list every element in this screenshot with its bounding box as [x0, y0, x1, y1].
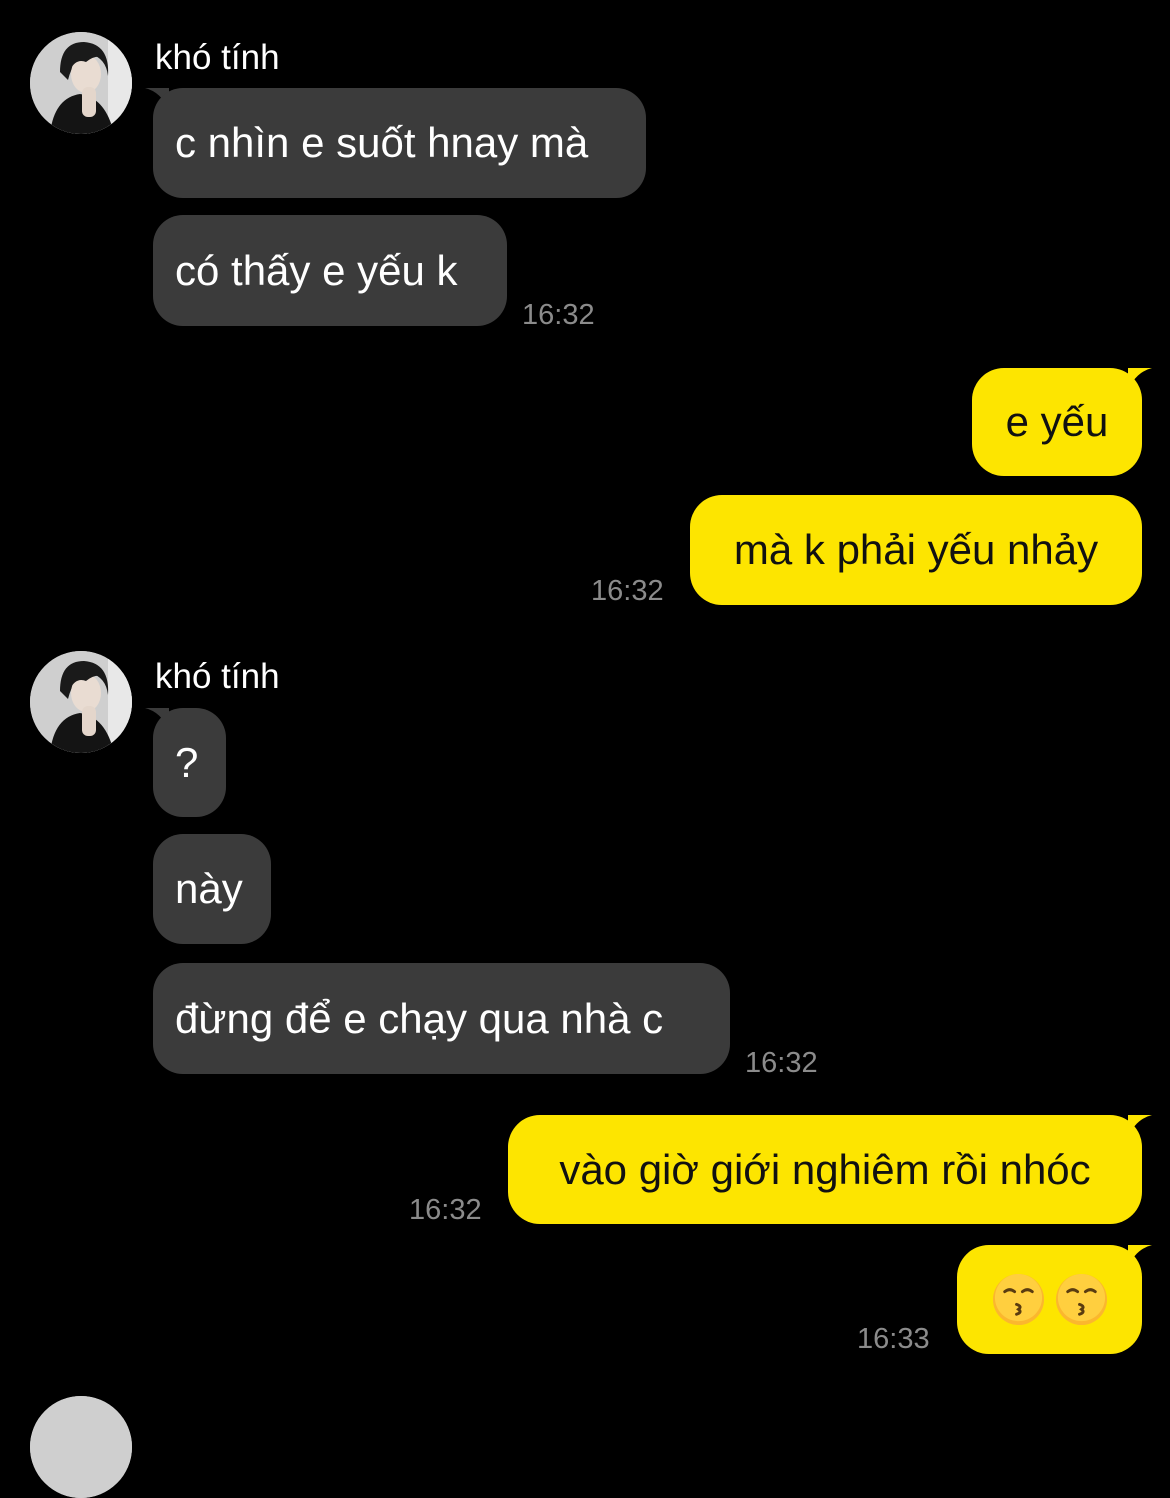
message-timestamp: 16:32	[409, 1194, 482, 1226]
outgoing-emoji-bubble[interactable]	[957, 1245, 1142, 1354]
incoming-message-bubble[interactable]: này	[153, 834, 271, 944]
sender-name: khó tính	[155, 38, 280, 77]
message-text: đừng để e chạy qua nhà c	[175, 994, 664, 1042]
incoming-message-bubble[interactable]: ?	[153, 708, 226, 817]
profile-photo-icon	[30, 1396, 132, 1498]
kissing-face-icon	[1055, 1273, 1107, 1326]
profile-photo-icon	[30, 651, 132, 753]
profile-photo-icon	[30, 32, 132, 134]
incoming-message-bubble[interactable]: c nhìn e suốt hnay mà	[153, 88, 646, 198]
contact-avatar[interactable]	[30, 1396, 132, 1498]
contact-avatar[interactable]	[30, 651, 132, 753]
message-timestamp: 16:33	[857, 1323, 930, 1355]
emoji-row	[991, 1272, 1109, 1327]
message-timestamp: 16:32	[745, 1047, 818, 1079]
message-timestamp: 16:32	[522, 299, 595, 331]
outgoing-message-bubble[interactable]: mà k phải yếu nhảy	[690, 495, 1142, 605]
incoming-message-bubble[interactable]: đừng để e chạy qua nhà c	[153, 963, 730, 1074]
message-text: vào giờ giới nghiêm rồi nhóc	[559, 1145, 1091, 1193]
outgoing-message-bubble[interactable]: vào giờ giới nghiêm rồi nhóc	[508, 1115, 1142, 1224]
message-text: c nhìn e suốt hnay mà	[175, 119, 589, 166]
outgoing-message-bubble[interactable]: e yếu	[972, 368, 1142, 476]
message-text: e yếu	[1005, 398, 1109, 445]
incoming-message-bubble[interactable]: có thấy e yếu k	[153, 215, 507, 326]
kissing-face-icon	[992, 1273, 1044, 1326]
contact-avatar[interactable]	[30, 32, 132, 134]
message-text: mà k phải yếu nhảy	[733, 526, 1099, 573]
sender-name: khó tính	[155, 657, 280, 696]
message-text: ?	[175, 738, 199, 786]
message-timestamp: 16:32	[591, 575, 664, 607]
message-text: có thấy e yếu k	[175, 246, 458, 294]
message-text: này	[175, 865, 243, 912]
